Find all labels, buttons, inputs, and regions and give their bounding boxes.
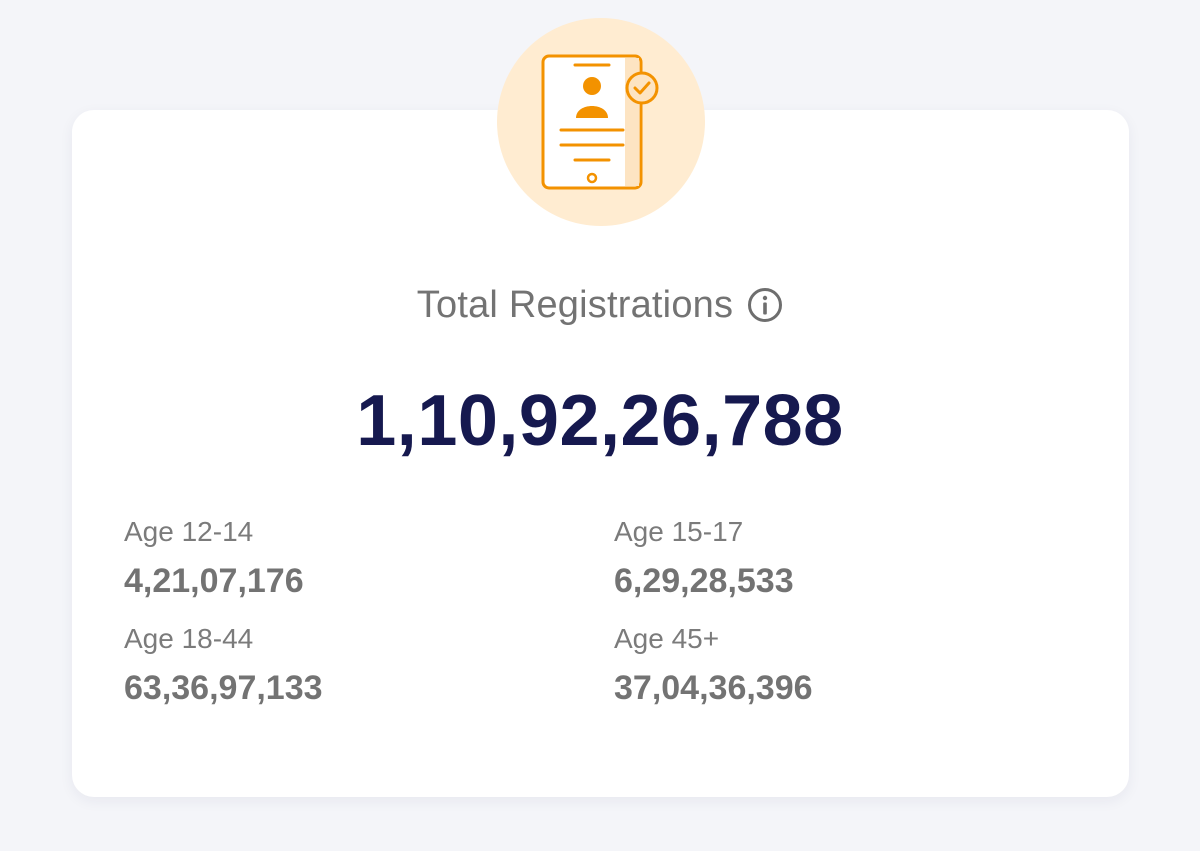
age-group-12-14: Age 12-14 4,21,07,176	[124, 515, 544, 601]
age-group-45-plus: Age 45+ 37,04,36,396	[614, 622, 1034, 708]
age-group-18-44: Age 18-44 63,36,97,133	[124, 622, 544, 708]
age-group-label: Age 15-17	[614, 516, 744, 547]
card-title: Total Registrations	[416, 283, 734, 326]
info-icon[interactable]	[747, 287, 783, 323]
age-group-value: 63,36,97,133	[124, 669, 323, 707]
age-group-value: 37,04,36,396	[614, 669, 813, 707]
age-group-label: Age 12-14	[124, 516, 254, 547]
age-group-label: Age 18-44	[124, 623, 254, 654]
title-row: Total Registrations	[0, 280, 1200, 330]
age-group-value: 6,29,28,533	[614, 562, 794, 600]
total-registrations-value: 1,10,92,26,788	[356, 381, 844, 461]
age-group-value: 4,21,07,176	[124, 562, 304, 600]
age-group-15-17: Age 15-17 6,29,28,533	[614, 515, 1034, 601]
registration-badge	[497, 18, 705, 226]
registration-phone-icon	[541, 54, 659, 190]
age-group-label: Age 45+	[614, 623, 720, 654]
